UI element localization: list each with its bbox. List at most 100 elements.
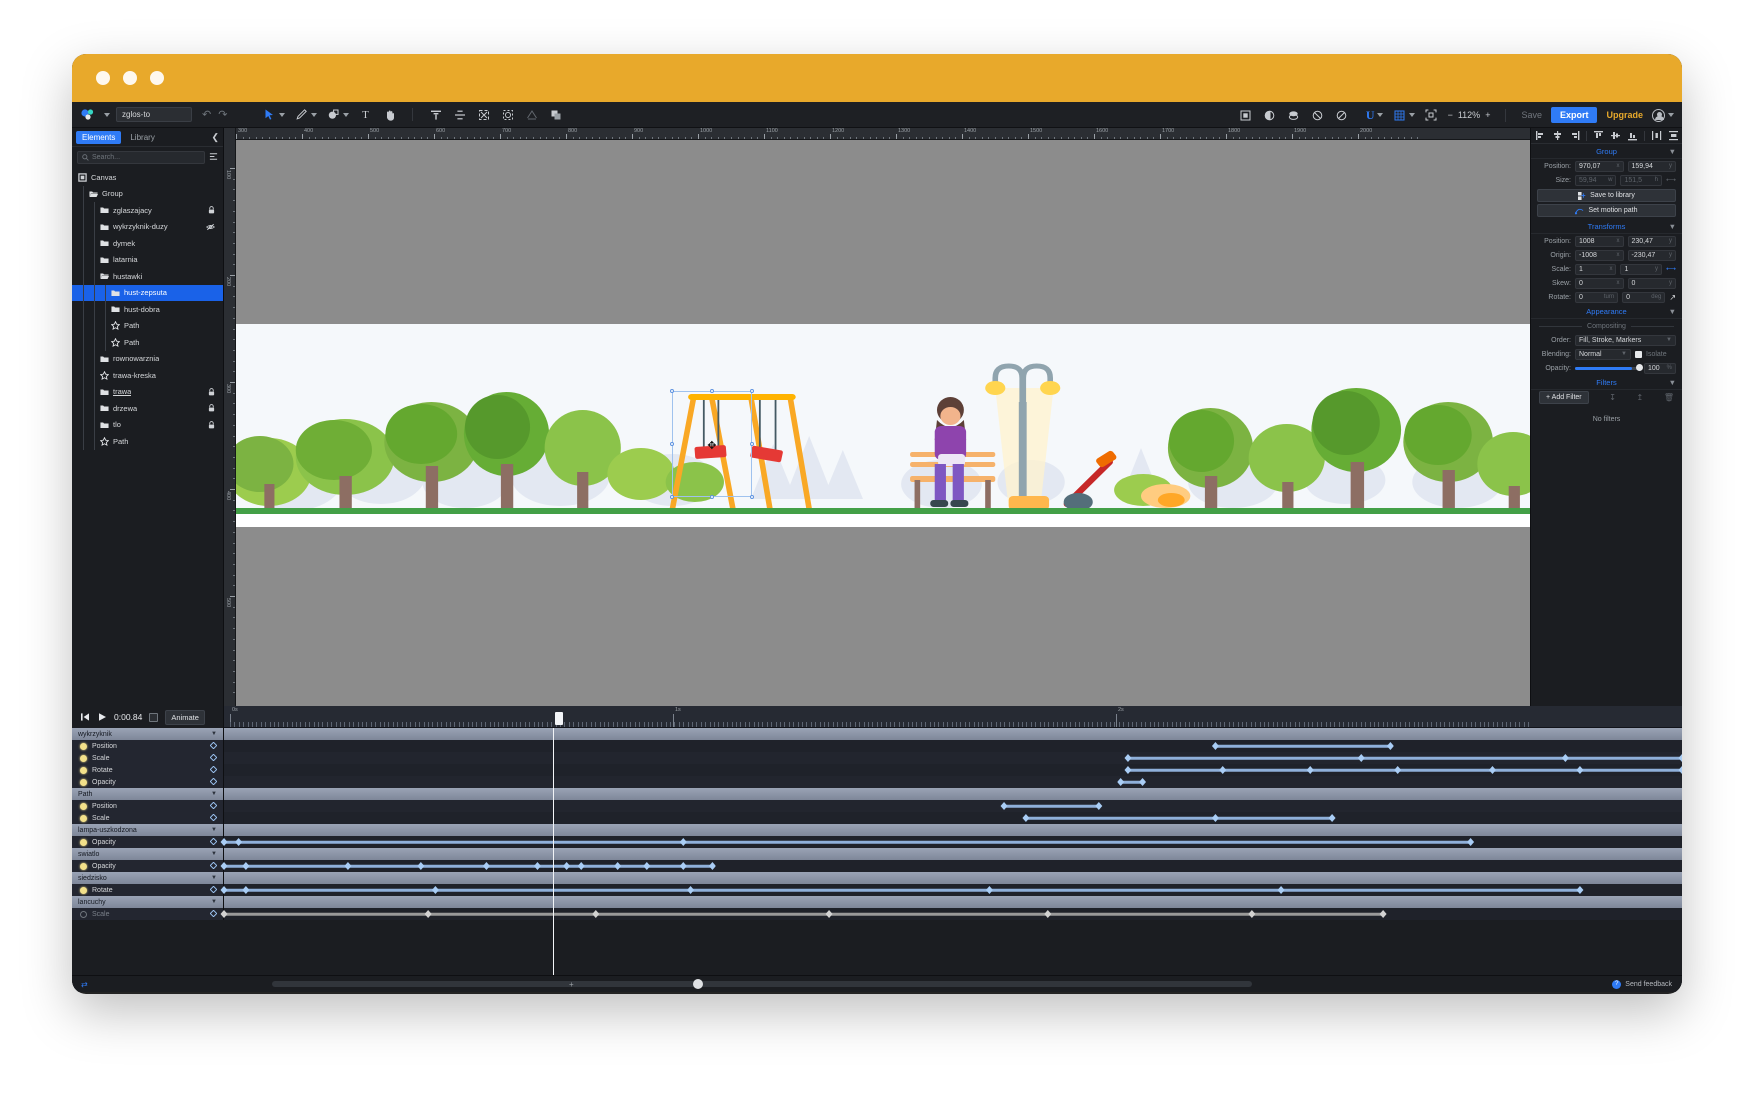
blending-chevron-down-icon[interactable]: ▼ <box>1621 351 1627 357</box>
timeline-row-label-cell[interactable]: Scale <box>72 812 224 824</box>
timeline-group-row[interactable]: wykrzyknik ▼ <box>72 728 1682 740</box>
keyframe-diamond-icon[interactable] <box>209 813 218 823</box>
group-size-h-field[interactable]: 151,5 h <box>1620 174 1662 186</box>
window-minimize-button[interactable] <box>123 71 137 85</box>
opacity-slider[interactable] <box>1575 364 1643 371</box>
keyframe-marker[interactable] <box>614 862 622 870</box>
timeline-row-label-cell[interactable]: lampa-uszkodzona ▼ <box>72 824 224 836</box>
window-close-button[interactable] <box>96 71 110 85</box>
timeline-track[interactable] <box>224 728 1682 740</box>
save-button[interactable]: Save <box>1521 110 1542 120</box>
keyframe-marker[interactable] <box>242 886 250 894</box>
logo-dropdown-caret-icon[interactable] <box>104 112 110 117</box>
track-enable-bulb-icon[interactable] <box>80 754 87 762</box>
keyframe-marker[interactable] <box>1328 814 1336 822</box>
shape-tool-caret-icon[interactable] <box>343 112 349 117</box>
account-caret-icon[interactable] <box>1668 113 1674 117</box>
selection-handle-bl[interactable] <box>669 494 674 499</box>
selection-handle-tr[interactable] <box>749 388 754 393</box>
set-motion-path-button[interactable]: Set motion path <box>1537 204 1676 217</box>
playhead-handle[interactable] <box>555 712 564 725</box>
group-tool-icon[interactable] <box>476 107 491 122</box>
timeline-row-label-cell[interactable]: Position <box>72 800 224 812</box>
loop-icon[interactable] <box>149 712 159 722</box>
order-chevron-down-icon[interactable]: ▼ <box>1666 337 1672 343</box>
group-position-x-field[interactable]: 970,07 x <box>1575 160 1624 172</box>
keyframe-segment[interactable] <box>1025 816 1333 820</box>
timeline-fit-icon[interactable]: ⇄ <box>72 980 88 989</box>
track-enable-bulb-icon[interactable] <box>80 910 87 918</box>
align-top-icon[interactable] <box>1593 130 1604 141</box>
opacity-slider-knob[interactable] <box>1636 364 1643 371</box>
transform-scale-x-field[interactable]: 1x <box>1575 263 1617 275</box>
select-tool-caret-icon[interactable] <box>279 112 285 117</box>
horizontal-ruler[interactable]: 300 400 500 600 700 800 900 1000 1100 1200 1300 140… <box>224 128 1530 140</box>
keyframe-diamond-icon[interactable] <box>209 741 218 751</box>
layer-item-hust-zepsuta[interactable]: hust-zepsuta <box>72 284 223 301</box>
list-options-icon[interactable] <box>209 152 218 163</box>
keyframe-marker[interactable] <box>1379 910 1387 918</box>
timeline-row-label-cell[interactable]: Rotate <box>72 764 224 776</box>
timeline-track[interactable] <box>220 884 1682 896</box>
tab-elements[interactable]: Elements <box>76 130 122 144</box>
select-tool-icon[interactable] <box>262 107 277 122</box>
zoom-in-button[interactable]: + <box>1485 110 1490 120</box>
layer-item-hust-dobra[interactable]: hust-dobra <box>72 301 223 318</box>
layer-item-path[interactable]: Path <box>72 433 223 450</box>
distribute-h-icon[interactable] <box>1651 130 1662 141</box>
pen-tool-caret-icon[interactable] <box>311 112 317 117</box>
keyframe-segment[interactable] <box>224 864 713 868</box>
align-tool-icon[interactable] <box>428 107 443 122</box>
timeline-property-row[interactable]: Rotate <box>72 884 1682 896</box>
link-scale-icon[interactable]: ⟷ <box>1666 265 1676 273</box>
distribute-tool-icon[interactable] <box>452 107 467 122</box>
timeline-row-label-cell[interactable]: lancuchy ▼ <box>72 896 224 908</box>
timeline-row-label-cell[interactable]: Scale <box>72 908 224 920</box>
layer-item-path[interactable]: Path <box>72 334 223 351</box>
track-enable-bulb-icon[interactable] <box>80 742 87 750</box>
keyframe-marker[interactable] <box>344 862 352 870</box>
timeline-property-row[interactable]: Opacity <box>72 860 1682 872</box>
keyframe-marker[interactable] <box>1678 754 1682 762</box>
keyframe-marker[interactable] <box>1124 754 1132 762</box>
timeline-track[interactable] <box>224 812 1682 824</box>
keyframe-marker[interactable] <box>1576 766 1584 774</box>
grid-icon[interactable] <box>1392 108 1407 123</box>
timeline-property-row[interactable]: Scale <box>72 752 1682 764</box>
grid-caret-icon[interactable] <box>1408 113 1415 117</box>
keyframe-segment[interactable] <box>1215 744 1391 748</box>
keyframe-diamond-icon[interactable] <box>209 885 218 895</box>
keyframe-segment[interactable] <box>224 840 1471 844</box>
timeline-zoom-in-button[interactable]: + <box>569 980 574 989</box>
keyframe-segment[interactable] <box>1127 756 1682 760</box>
units-label[interactable]: U <box>1366 108 1375 123</box>
timeline-property-row[interactable]: Position <box>72 740 1682 752</box>
isolate-checkbox[interactable] <box>1635 350 1642 358</box>
timeline-group-row[interactable]: Path ▼ <box>72 788 1682 800</box>
layer-item-dymek[interactable]: dymek <box>72 235 223 252</box>
selection-handle-br[interactable] <box>749 494 754 499</box>
transform-origin-y-field[interactable]: -230,47 y <box>1627 249 1676 261</box>
distribute-v-icon[interactable] <box>1668 130 1679 141</box>
transform-position-y-field[interactable]: 230,47 y <box>1627 235 1676 247</box>
layer-item-zglaszajacy[interactable]: zglaszajacy <box>72 202 223 219</box>
zoom-out-button[interactable]: − <box>1448 110 1453 120</box>
keyframe-marker[interactable] <box>1357 754 1365 762</box>
timeline-group-row[interactable]: siedzisko ▼ <box>72 872 1682 884</box>
undo-icon[interactable]: ↶ <box>202 108 211 121</box>
keyframe-marker[interactable] <box>1386 742 1394 750</box>
timeline-scrollbar-knob[interactable] <box>693 979 704 989</box>
keyframe-diamond-icon[interactable] <box>209 777 218 787</box>
skip-to-start-icon[interactable] <box>80 712 90 722</box>
transform-skew-y-field[interactable]: 0y <box>1627 277 1676 289</box>
transforms-chevron-down-icon[interactable]: ▼ <box>1669 222 1676 231</box>
layer-item-trawa[interactable]: trawa <box>72 383 223 400</box>
keyframe-segment[interactable] <box>1004 804 1099 808</box>
export-filter-icon[interactable]: ↥ <box>1637 393 1644 402</box>
redo-icon[interactable]: ↷ <box>218 108 227 121</box>
timeline-track[interactable] <box>224 800 1682 812</box>
shape-tool-icon[interactable] <box>326 107 341 122</box>
text-tool-icon[interactable]: T <box>358 107 373 122</box>
timeline-group-row[interactable]: lancuchy ▼ <box>72 896 1682 908</box>
group-collapse-chevron-icon[interactable]: ▼ <box>211 827 217 833</box>
